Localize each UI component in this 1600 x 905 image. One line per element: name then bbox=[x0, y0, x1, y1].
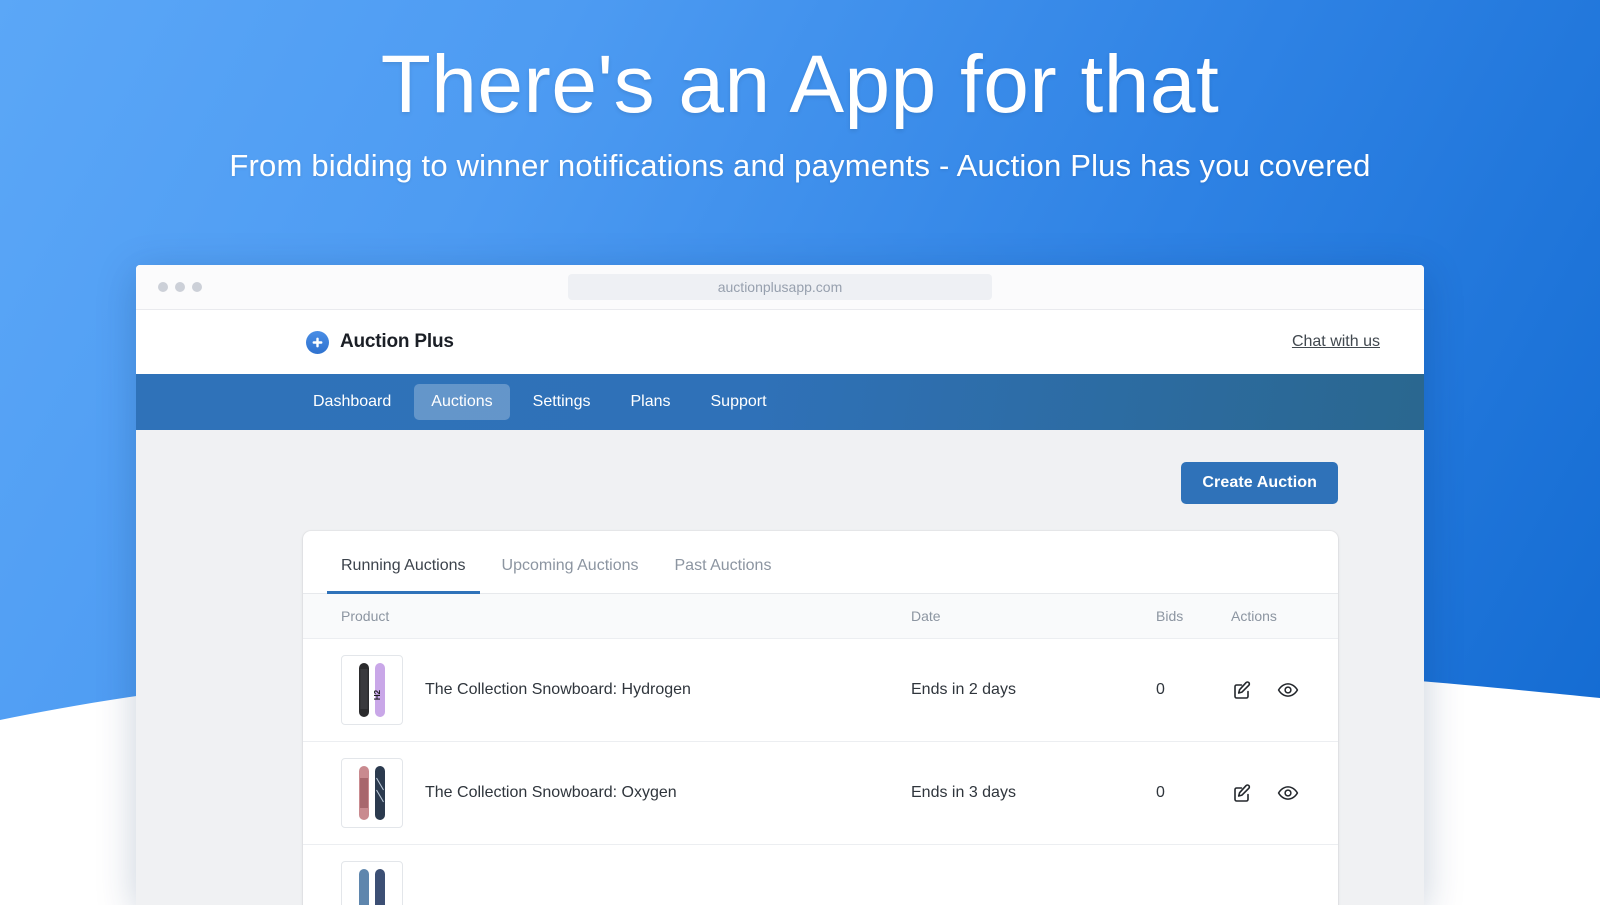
column-header-actions[interactable]: Actions bbox=[1231, 594, 1338, 639]
table-row[interactable]: H2 The Collection Snowboard: Hydrogen En… bbox=[303, 639, 1338, 742]
tab-running-auctions[interactable]: Running Auctions bbox=[327, 531, 480, 594]
cell-actions bbox=[1231, 742, 1338, 845]
main-navigation: Dashboard Auctions Settings Plans Suppor… bbox=[136, 374, 1424, 430]
edit-icon[interactable] bbox=[1231, 679, 1253, 701]
cell-product: The Collection Snowboard: Oxygen bbox=[303, 742, 911, 845]
product-thumbnail[interactable] bbox=[341, 861, 403, 905]
cell-actions bbox=[1231, 639, 1338, 742]
hero-subtitle: From bidding to winner notifications and… bbox=[0, 126, 1600, 184]
table-body: H2 The Collection Snowboard: Hydrogen En… bbox=[303, 639, 1338, 905]
maximize-window-button[interactable] bbox=[192, 282, 202, 292]
column-header-bids[interactable]: Bids bbox=[1156, 594, 1231, 639]
column-header-date[interactable]: Date bbox=[911, 594, 1156, 639]
brand-name: Auction Plus bbox=[340, 331, 454, 353]
address-bar-url: auctionplusapp.com bbox=[718, 279, 843, 295]
address-bar[interactable]: auctionplusapp.com bbox=[568, 274, 992, 300]
table-row[interactable]: The Collection Snowboard: Oxygen Ends in… bbox=[303, 742, 1338, 845]
product-thumbnail[interactable]: H2 bbox=[341, 655, 403, 725]
table-row[interactable] bbox=[303, 845, 1338, 905]
brand-logo[interactable]: Auction Plus bbox=[306, 331, 454, 354]
nav-item-support[interactable]: Support bbox=[694, 384, 784, 420]
auctions-table: Product Date Bids Actions bbox=[303, 594, 1338, 905]
column-header-product[interactable]: Product bbox=[303, 594, 911, 639]
product-title: The Collection Snowboard: Hydrogen bbox=[425, 681, 691, 699]
auction-tabs: Running Auctions Upcoming Auctions Past … bbox=[303, 531, 1338, 594]
cell-date: Ends in 2 days bbox=[911, 639, 1156, 742]
view-icon[interactable] bbox=[1277, 782, 1299, 804]
cell-date: Ends in 3 days bbox=[911, 742, 1156, 845]
minimize-window-button[interactable] bbox=[175, 282, 185, 292]
chat-with-us-link[interactable]: Chat with us bbox=[1292, 333, 1380, 351]
cell-product bbox=[303, 845, 911, 905]
browser-chrome: auctionplusapp.com bbox=[136, 265, 1424, 310]
hero-title: There's an App for that bbox=[0, 0, 1600, 126]
svg-text:H2: H2 bbox=[373, 689, 382, 700]
app-header: Auction Plus Chat with us bbox=[136, 310, 1424, 374]
nav-item-dashboard[interactable]: Dashboard bbox=[296, 384, 408, 420]
plus-circle-icon bbox=[306, 331, 329, 354]
edit-icon[interactable] bbox=[1231, 782, 1253, 804]
cell-actions bbox=[1231, 845, 1338, 905]
product-thumbnail[interactable] bbox=[341, 758, 403, 828]
window-controls bbox=[158, 282, 202, 292]
cell-bids bbox=[1156, 845, 1231, 905]
table-head: Product Date Bids Actions bbox=[303, 594, 1338, 639]
auctions-card: Running Auctions Upcoming Auctions Past … bbox=[303, 531, 1338, 905]
app-content: Create Auction Running Auctions Upcoming… bbox=[136, 430, 1424, 905]
cell-date bbox=[911, 845, 1156, 905]
nav-item-auctions[interactable]: Auctions bbox=[414, 384, 509, 420]
tab-upcoming-auctions[interactable]: Upcoming Auctions bbox=[488, 531, 653, 594]
cell-bids: 0 bbox=[1156, 742, 1231, 845]
cell-bids: 0 bbox=[1156, 639, 1231, 742]
toolbar: Create Auction bbox=[136, 430, 1424, 504]
browser-window: auctionplusapp.com Auction Plus Chat wit… bbox=[136, 265, 1424, 905]
hero-section: There's an App for that From bidding to … bbox=[0, 0, 1600, 184]
create-auction-button[interactable]: Create Auction bbox=[1181, 462, 1338, 504]
nav-item-settings[interactable]: Settings bbox=[516, 384, 608, 420]
product-title: The Collection Snowboard: Oxygen bbox=[425, 784, 677, 802]
cell-product: H2 The Collection Snowboard: Hydrogen bbox=[303, 639, 911, 742]
tab-past-auctions[interactable]: Past Auctions bbox=[661, 531, 786, 594]
nav-item-plans[interactable]: Plans bbox=[613, 384, 687, 420]
view-icon[interactable] bbox=[1277, 679, 1299, 701]
table-header-row: Product Date Bids Actions bbox=[303, 594, 1338, 639]
close-window-button[interactable] bbox=[158, 282, 168, 292]
